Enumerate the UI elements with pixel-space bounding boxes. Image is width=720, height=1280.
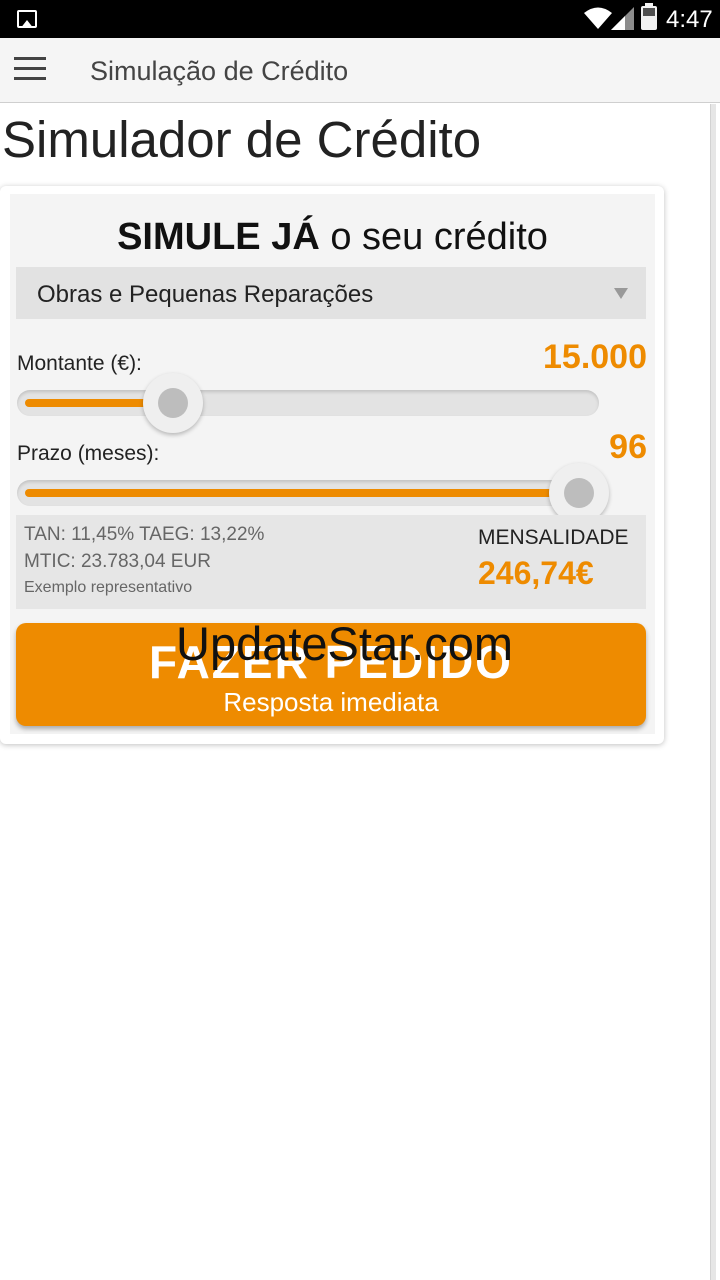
term-slider[interactable] xyxy=(17,480,599,506)
term-slider-thumb[interactable] xyxy=(549,463,609,523)
amount-slider-thumb[interactable] xyxy=(142,373,203,433)
submit-request-label: FAZER PEDIDO xyxy=(149,636,513,688)
action-bar: Simulação de Crédito xyxy=(0,38,720,103)
amount-label: Montante (€): xyxy=(17,352,142,375)
submit-request-sublabel: Resposta imediata xyxy=(223,687,439,717)
headline-rest: o seu crédito xyxy=(319,216,548,258)
submit-request-button[interactable]: FAZER PEDIDO Resposta imediata xyxy=(16,623,646,726)
loan-summary: TAN: 11,45% TAEG: 13,22% MTIC: 23.783,04… xyxy=(16,515,646,609)
term-slider-fill xyxy=(25,489,579,497)
simulator-card: SIMULE JÁ o seu crédito Obras e Pequenas… xyxy=(0,186,664,744)
simulator-headline: SIMULE JÁ o seu crédito xyxy=(10,216,655,259)
mtic-text: MTIC: 23.783,04 EUR xyxy=(24,551,211,572)
simulator-panel: SIMULE JÁ o seu crédito Obras e Pequenas… xyxy=(10,194,655,734)
amount-value: 15.000 xyxy=(543,338,647,376)
gallery-icon xyxy=(17,10,37,28)
credit-type-select[interactable]: Obras e Pequenas Reparações xyxy=(16,267,646,319)
wifi-icon xyxy=(584,7,612,29)
dropdown-arrow-icon xyxy=(614,288,628,299)
headline-bold: SIMULE JÁ xyxy=(117,216,320,258)
action-bar-title: Simulação de Crédito xyxy=(90,56,349,86)
hamburger-menu-icon[interactable] xyxy=(14,57,46,81)
status-bar: 4:47 xyxy=(0,0,720,38)
term-value: 96 xyxy=(609,428,647,466)
example-text: Exemplo representativo xyxy=(24,579,193,596)
monthly-value: 246,74€ xyxy=(478,555,594,591)
monthly-label: MENSALIDADE xyxy=(478,526,629,549)
rates-text: TAN: 11,45% TAEG: 13,22% xyxy=(24,524,265,545)
status-time: 4:47 xyxy=(666,6,713,33)
amount-slider[interactable] xyxy=(17,390,599,416)
credit-type-value: Obras e Pequenas Reparações xyxy=(37,281,374,308)
battery-icon xyxy=(641,3,657,30)
term-label: Prazo (meses): xyxy=(17,442,160,465)
page-scrollbar[interactable] xyxy=(710,104,716,1280)
page-title: Simulador de Crédito xyxy=(2,111,482,168)
signal-icon xyxy=(611,7,634,30)
